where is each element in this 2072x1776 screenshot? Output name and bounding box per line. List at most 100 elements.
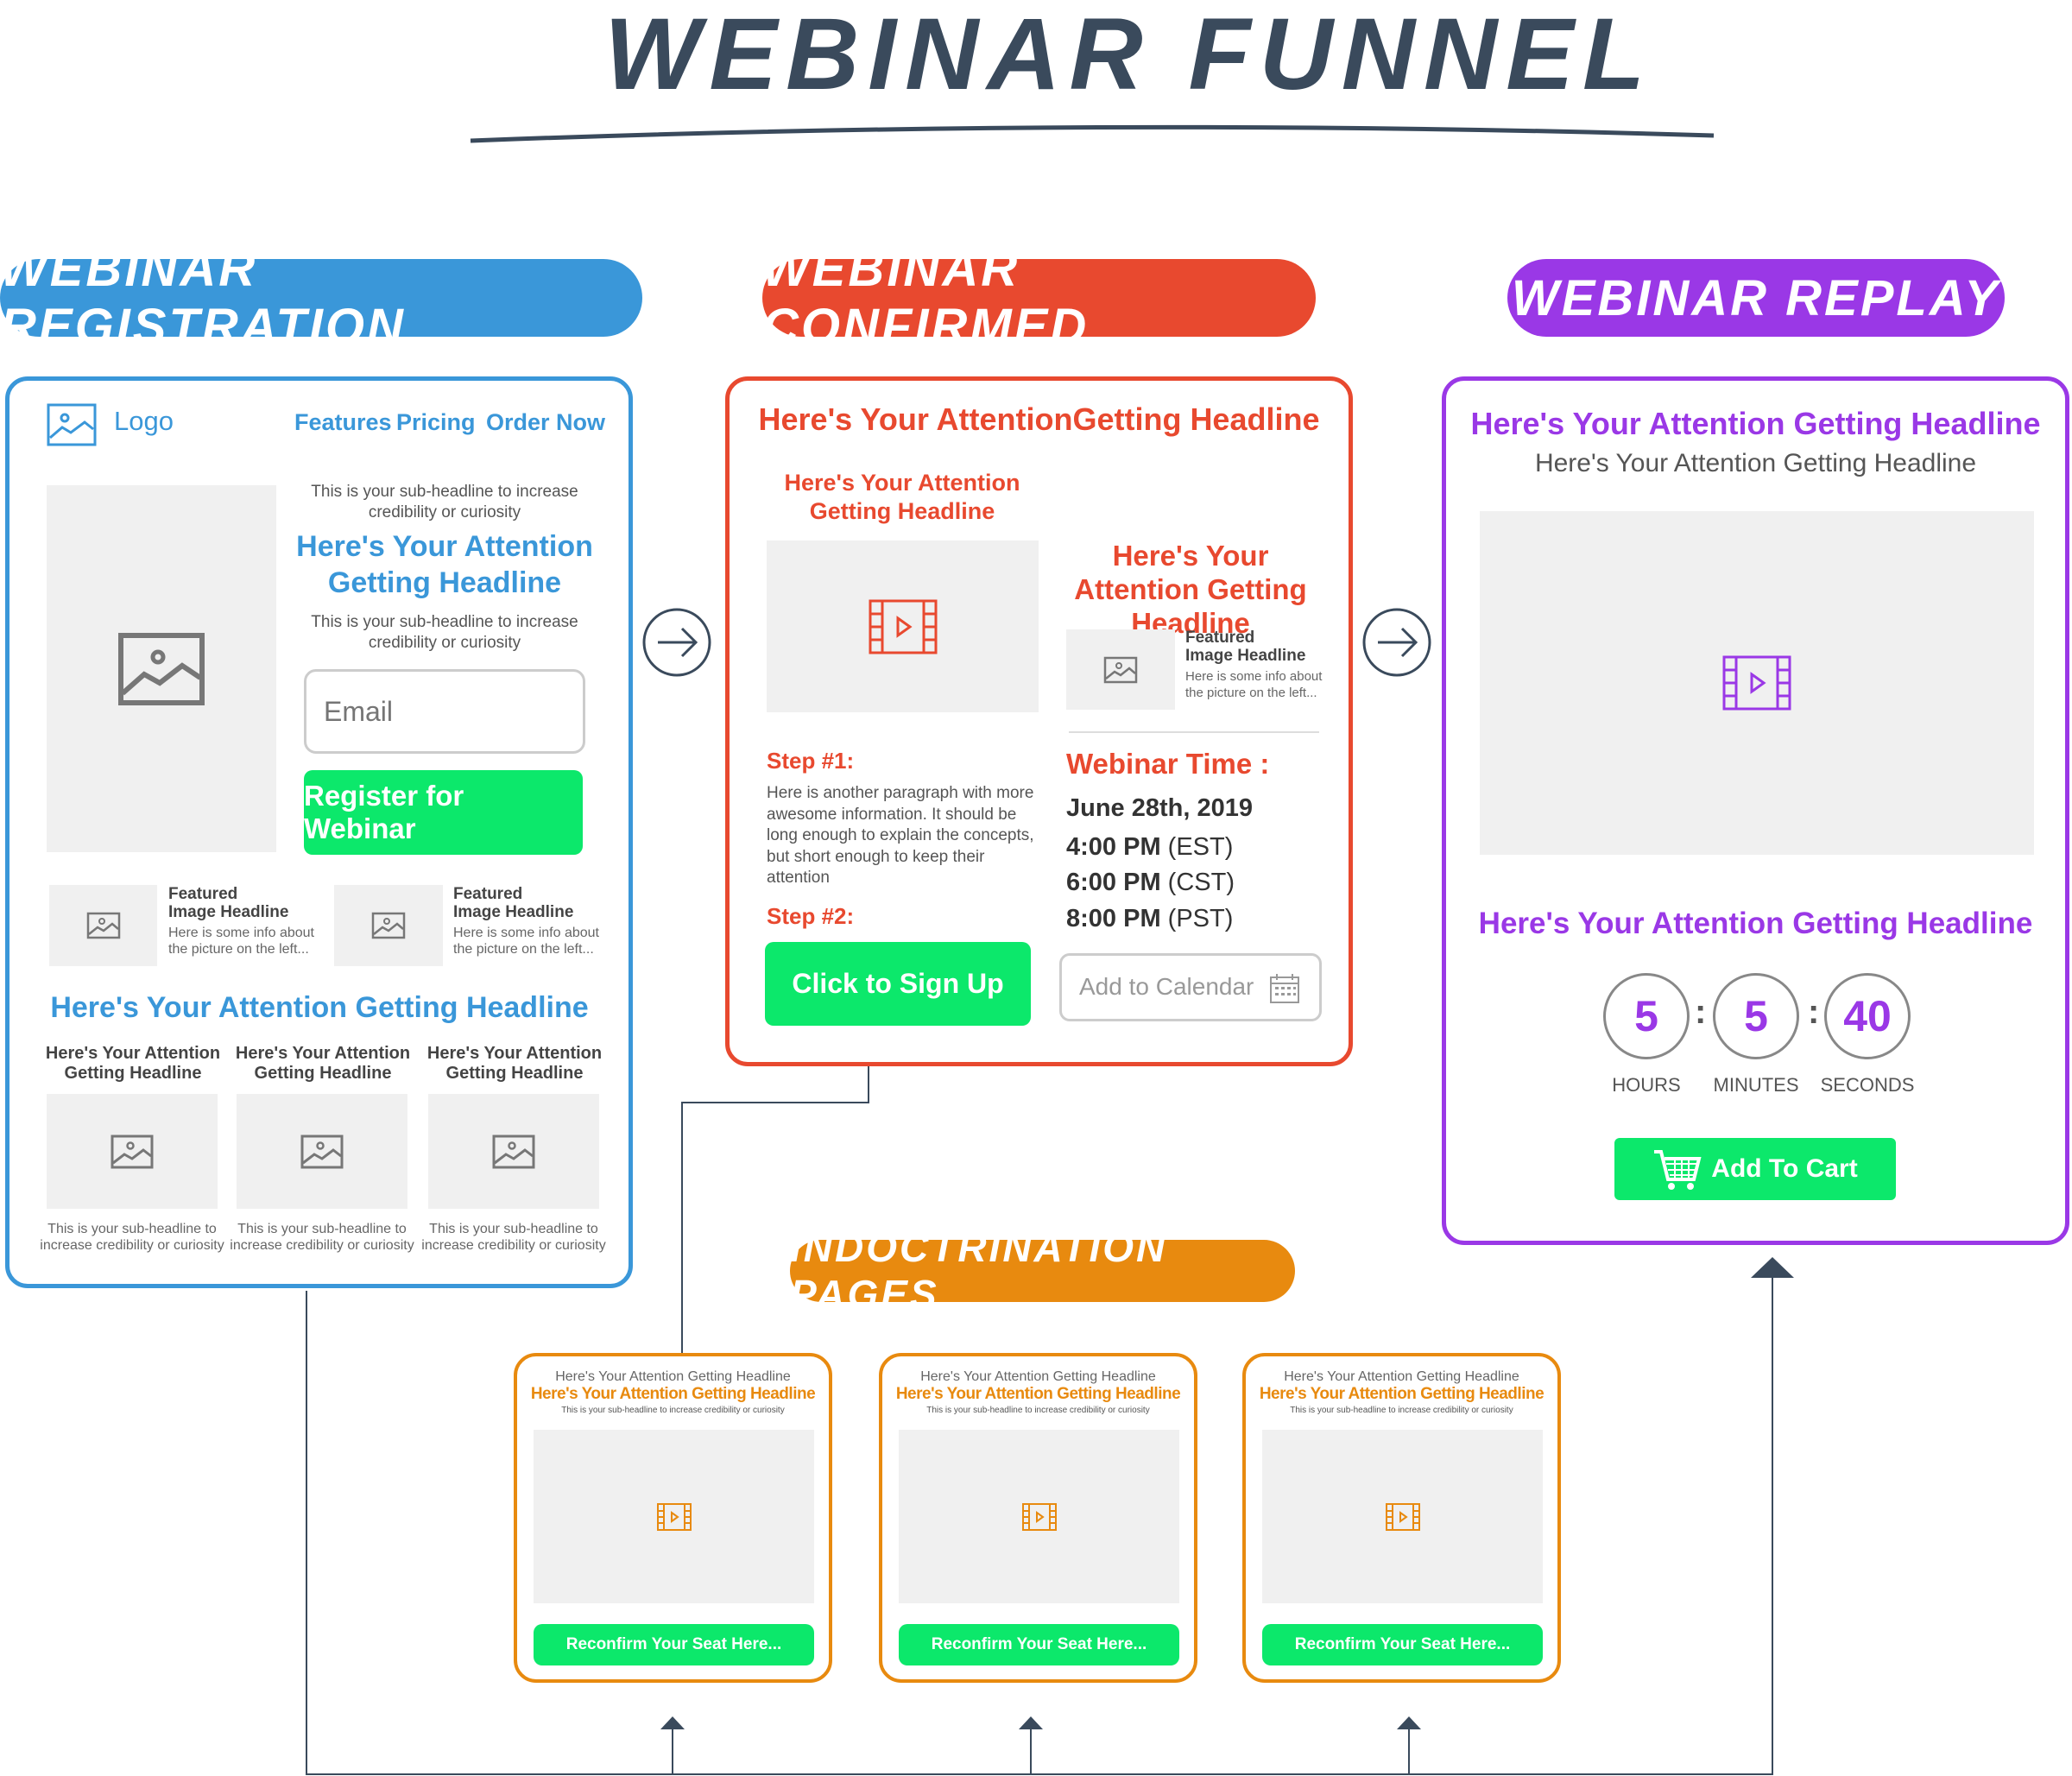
featured-info: Here is some info about the picture on t… xyxy=(168,926,314,957)
countdown-hours: 5 xyxy=(1603,973,1690,1059)
countdown-seconds: 40 xyxy=(1824,973,1911,1059)
nav-order-now[interactable]: Order Now xyxy=(486,409,605,436)
badge-indoctrination: INDOCTRINATION PAGES xyxy=(790,1225,1295,1317)
nav-features[interactable]: Features xyxy=(294,409,392,436)
countdown-minutes: 5 xyxy=(1713,973,1799,1059)
seconds-label: SECONDS xyxy=(1820,1074,1915,1096)
image-icon xyxy=(492,1134,535,1168)
email-input[interactable] xyxy=(304,669,585,754)
column-title: Here's Your Attention Getting Headline xyxy=(235,1044,411,1083)
column-title: Here's Your Attention Getting Headline xyxy=(45,1044,221,1083)
badge-replay: WEBINAR REPLAY xyxy=(1507,259,2005,337)
image-icon xyxy=(1103,656,1138,683)
sub-headline: Here's Your Attention Getting Headline xyxy=(784,470,1020,524)
top-headline: Here's Your Attention Getting Headline xyxy=(920,1369,1156,1384)
webinar-date: June 28th, 2019 xyxy=(1066,794,1253,822)
reconfirm-seat-button[interactable]: Reconfirm Your Seat Here... xyxy=(899,1624,1179,1665)
featured-title: Featured Image Headline xyxy=(1185,629,1306,665)
sign-up-button[interactable]: Click to Sign Up xyxy=(765,942,1031,1026)
headline-2: Here's Your Attention Getting Headline xyxy=(50,991,589,1024)
time-zone: (EST) xyxy=(1167,833,1234,861)
register-button[interactable]: Register for Webinar xyxy=(304,770,583,855)
image-icon xyxy=(86,912,120,939)
column-image-placeholder xyxy=(237,1094,407,1209)
webinar-time: 6:00 PM xyxy=(1066,869,1161,896)
sub-headline: This is your sub-headline to increase cr… xyxy=(1290,1406,1513,1415)
arrowhead-icon xyxy=(1397,1716,1421,1729)
arrowhead-icon xyxy=(660,1716,685,1729)
top-headline: Here's Your Attention Getting Headline xyxy=(1284,1369,1519,1384)
headline: Here's Your Attention Getting Headline xyxy=(895,1385,1181,1403)
top-headline: Here's Your Attention Getting Headline xyxy=(555,1369,791,1384)
headline: Here's Your Attention Getting Headline xyxy=(296,530,593,599)
countdown-separator: : xyxy=(1695,993,1707,1031)
minutes-label: MINUTES xyxy=(1713,1074,1799,1096)
shopping-cart-icon xyxy=(1654,1150,1702,1190)
video-play-icon xyxy=(1021,1502,1057,1531)
badge-confirmed: WEBINAR CONFIRMED xyxy=(762,241,1316,355)
add-to-calendar-button[interactable]: Add to Calendar xyxy=(1059,953,1322,1021)
sub-headline: This is your sub-headline to increase cr… xyxy=(311,483,578,521)
headline: Here's Your AttentionGetting Headline xyxy=(758,401,1320,437)
add-to-cart-label: Add To Cart xyxy=(1711,1154,1858,1183)
image-icon xyxy=(371,912,406,939)
hours-label: HOURS xyxy=(1612,1074,1681,1096)
headline-2: Here's Your Attention Getting Headline xyxy=(1478,907,2033,940)
time-zone: (PST) xyxy=(1167,905,1234,932)
video-play-icon xyxy=(1722,655,1791,711)
sub-headline: This is your sub-headline to increase cr… xyxy=(926,1406,1150,1415)
step-2-label: Step #2: xyxy=(767,903,855,929)
reconfirm-seat-button[interactable]: Reconfirm Your Seat Here... xyxy=(1262,1624,1543,1665)
column-caption: This is your sub-headline to increase cr… xyxy=(230,1222,414,1253)
connector-to-indoctrination xyxy=(672,1727,1410,1774)
featured-image-placeholder xyxy=(1066,629,1175,710)
headline: Here's Your Attention Getting Headline xyxy=(1259,1385,1545,1403)
featured-image-placeholder xyxy=(49,885,157,966)
badge-registration: WEBINAR REGISTRATION xyxy=(0,241,642,355)
step-1-label: Step #1: xyxy=(767,748,855,774)
image-icon xyxy=(300,1134,344,1168)
video-placeholder[interactable] xyxy=(1480,511,2034,855)
video-placeholder[interactable] xyxy=(767,540,1039,712)
nav-pricing[interactable]: Pricing xyxy=(396,409,476,436)
arrow-right-icon xyxy=(1362,608,1431,677)
featured-info: Here is some info about the picture on t… xyxy=(453,926,599,957)
reconfirm-seat-button[interactable]: Reconfirm Your Seat Here... xyxy=(534,1624,814,1665)
title-underline xyxy=(470,124,1715,143)
sub-headline: This is your sub-headline to increase cr… xyxy=(311,613,578,652)
hero-image-placeholder xyxy=(47,485,276,852)
video-placeholder[interactable] xyxy=(899,1430,1179,1603)
step-paragraph: Here is another paragraph with more awes… xyxy=(767,784,1034,887)
countdown-separator: : xyxy=(1808,993,1820,1031)
featured-title: Featured Image Headline xyxy=(168,885,289,921)
add-to-cart-button[interactable]: Add To Cart xyxy=(1614,1138,1896,1200)
column-title: Here's Your Attention Getting Headline xyxy=(426,1044,603,1083)
arrow-right-icon xyxy=(642,608,711,677)
featured-image-placeholder xyxy=(334,885,443,966)
logo-image-icon xyxy=(47,403,97,446)
video-play-icon xyxy=(869,599,937,654)
video-play-icon xyxy=(656,1502,692,1531)
column-caption: This is your sub-headline to increase cr… xyxy=(421,1222,606,1253)
image-icon xyxy=(118,632,205,705)
video-placeholder[interactable] xyxy=(534,1430,814,1603)
featured-info: Here is some info about the picture on t… xyxy=(1185,669,1323,700)
sub-headline: Here's Your Attention Getting Headline xyxy=(1534,449,1977,477)
column-image-placeholder xyxy=(47,1094,218,1209)
calendar-button-label: Add to Calendar xyxy=(1079,973,1254,1000)
webinar-time: 8:00 PM xyxy=(1066,905,1161,932)
column-caption: This is your sub-headline to increase cr… xyxy=(40,1222,224,1253)
headline: Here's Your Attention Getting Headline xyxy=(1470,406,2041,441)
webinar-time-label: Webinar Time : xyxy=(1066,748,1270,780)
page-title: WEBINAR FUNNEL xyxy=(604,0,1654,111)
arrowhead-icon xyxy=(1751,1257,1794,1278)
featured-title: Featured Image Headline xyxy=(453,885,574,921)
sub-headline: This is your sub-headline to increase cr… xyxy=(561,1406,785,1415)
arrowhead-icon xyxy=(1019,1716,1043,1729)
logo-text: Logo xyxy=(114,406,174,436)
webinar-time: 4:00 PM xyxy=(1066,833,1161,861)
headline: Here's Your Attention Getting Headline xyxy=(530,1385,816,1403)
right-headline: Here's Your Attention Getting Headline xyxy=(1074,540,1307,639)
divider xyxy=(1069,731,1319,733)
video-placeholder[interactable] xyxy=(1262,1430,1543,1603)
